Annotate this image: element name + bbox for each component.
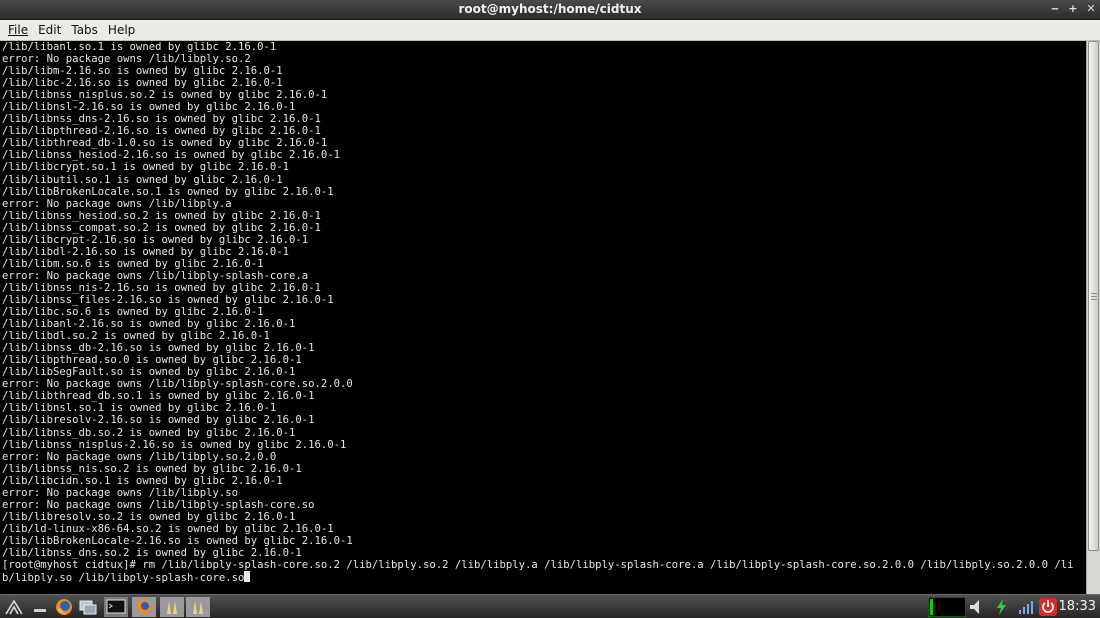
terminal-line: /lib/libnss_dns.so.2 is owned by glibc 2…	[2, 546, 302, 559]
terminal-line: /lib/libnsl.so.1 is owned by glibc 2.16.…	[2, 402, 277, 415]
terminal-line: /lib/libc-2.16.so is owned by glibc 2.16…	[2, 77, 283, 90]
terminal-line: error: No package owns /lib/libply.a	[2, 197, 232, 210]
terminal-line: error: No package owns /lib/libply.so.2.…	[2, 450, 277, 463]
firefox-icon[interactable]	[54, 597, 74, 617]
terminal-line: /lib/libcrypt-2.16.so is owned by glibc …	[2, 233, 309, 246]
terminal-line: /lib/libnsl-2.16.so is owned by glibc 2.…	[2, 101, 296, 114]
terminal-line: /lib/libnss_hesiod-2.16.so is owned by g…	[2, 149, 341, 162]
menu-tabs-label: Tabs	[71, 22, 98, 37]
scrollbar-thumb[interactable]	[1088, 41, 1099, 551]
terminal-line: /lib/libm-2.16.so is owned by glibc 2.16…	[2, 65, 283, 78]
terminal-line: /lib/libresolv.so.2 is owned by glibc 2.…	[2, 510, 296, 523]
maximize-icon[interactable]: +	[1068, 3, 1078, 15]
menu-file[interactable]: File	[3, 20, 33, 41]
menu-bar: File Edit Tabs Help	[0, 20, 1100, 41]
terminal-line: /lib/libanl-2.16.so is owned by glibc 2.…	[2, 318, 296, 331]
window-titlebar[interactable]: root@myhost:/home/cidtux ‒ + ✕	[0, 0, 1100, 20]
terminal-line: error: No package owns /lib/libply-splas…	[2, 498, 315, 511]
terminal-line: /lib/libnss_nis-2.16.so is owned by glib…	[2, 281, 321, 294]
scroll-grip-line	[1091, 296, 1097, 297]
terminal-line: /lib/libnss_compat.so.2 is owned by glib…	[2, 221, 321, 234]
menu-file-label: File	[8, 22, 29, 37]
terminal-line: /lib/libc.so.6 is owned by glibc 2.16.0-…	[2, 306, 264, 319]
terminal-line: /lib/libnss_db-2.16.so is owned by glibc…	[2, 342, 315, 355]
terminal-line: /lib/libnss_nisplus-2.16.so is owned by …	[2, 438, 347, 451]
terminal-line: error: No package owns /lib/libply-splas…	[2, 269, 309, 282]
terminal-line: /lib/libBrokenLocale-2.16.so is owned by…	[2, 534, 353, 547]
terminal-line: /lib/libnss_files-2.16.so is owned by gl…	[2, 293, 334, 306]
terminal-line: /lib/libnss_dns-2.16.so is owned by glib…	[2, 113, 321, 126]
scroll-grip-line	[1091, 299, 1097, 300]
network-signal-icon[interactable]	[1016, 597, 1036, 617]
menu-help[interactable]: Help	[103, 20, 140, 41]
terminal-task-icon[interactable]	[104, 597, 128, 617]
terminal-line: /lib/libnss_nisplus.so.2 is owned by gli…	[2, 89, 328, 102]
terminal-line: /lib/libm.so.6 is owned by glibc 2.16.0-…	[2, 257, 264, 270]
terminal-line: /lib/libutil.so.1 is owned by glibc 2.16…	[2, 173, 283, 186]
menu-help-label: Help	[107, 22, 136, 37]
minimize-icon[interactable]: ‒	[1050, 3, 1060, 15]
taskbar: 18:33	[0, 594, 1100, 618]
terminal-line: error: No package owns /lib/libply-splas…	[2, 378, 353, 391]
terminal-line: /lib/libpthread.so.0 is owned by glibc 2…	[2, 354, 302, 367]
terminal-line: /lib/libanl.so.1 is owned by glibc 2.16.…	[2, 41, 277, 53]
terminal-line: /lib/libnss_db.so.2 is owned by glibc 2.…	[2, 426, 296, 439]
shutdown-icon[interactable]	[1038, 597, 1058, 617]
terminal-line: /lib/libthread_db.so.1 is owned by glibc…	[2, 390, 315, 403]
terminal-prompt-text: b/libply.so /lib/libply-splash-core.so	[2, 572, 245, 585]
terminal-prompt-line: b/libply.so /lib/libply-splash-core.so	[0, 571, 1086, 585]
terminal-line: error: No package owns /lib/libply.so.2	[2, 53, 251, 66]
clock[interactable]: 18:33	[1059, 599, 1096, 614]
terminal-line: /lib/libcrypt.so.1 is owned by glibc 2.1…	[2, 161, 290, 174]
close-icon[interactable]: ✕	[1086, 3, 1096, 15]
power-plug-icon[interactable]	[992, 597, 1012, 617]
terminal-line: /lib/libSegFault.so is owned by glibc 2.…	[2, 366, 296, 379]
window-title: root@myhost:/home/cidtux	[458, 2, 642, 16]
terminal-scrollbar[interactable]	[1086, 41, 1100, 594]
menu-tabs[interactable]: Tabs	[66, 20, 103, 41]
terminal-line: /lib/libdl.so.2 is owned by glibc 2.16.0…	[2, 330, 270, 343]
app-task-icon-2[interactable]	[186, 597, 210, 617]
firefox-task-icon[interactable]	[132, 597, 156, 617]
terminal-line: /lib/libcidn.so.1 is owned by glibc 2.16…	[2, 474, 283, 487]
file-manager-icon[interactable]	[78, 597, 98, 617]
terminal-line: /lib/libnss_nis.so.2 is owned by glibc 2…	[2, 462, 302, 475]
menu-edit-label: Edit	[38, 22, 62, 37]
text-cursor	[244, 571, 251, 583]
minimize-all-icon[interactable]	[30, 597, 50, 617]
cpu-monitor-icon	[928, 597, 966, 617]
scroll-grip-line	[1091, 293, 1097, 294]
menu-edit[interactable]: Edit	[33, 20, 66, 41]
terminal-line: /lib/libBrokenLocale.so.1 is owned by gl…	[2, 185, 334, 198]
terminal-line: /lib/ld-linux-x86-64.so.2 is owned by gl…	[2, 522, 334, 535]
terminal-line: [root@myhost cidtux]# rm /lib/libply-spl…	[2, 559, 1074, 572]
terminal-line: error: No package owns /lib/libply.so	[2, 486, 238, 499]
terminal-output[interactable]: /lib/libanl.so.1 is owned by glibc 2.16.…	[0, 41, 1086, 594]
app-task-icon[interactable]	[160, 597, 184, 617]
start-menu-icon[interactable]	[4, 597, 24, 617]
volume-icon[interactable]	[968, 597, 988, 617]
terminal-line: /lib/libresolv-2.16.so is owned by glibc…	[2, 414, 315, 427]
terminal-line: /lib/libpthread-2.16.so is owned by glib…	[2, 125, 321, 138]
terminal-line: /lib/libdl-2.16.so is owned by glibc 2.1…	[2, 245, 290, 258]
terminal-line: /lib/libnss_hesiod.so.2 is owned by glib…	[2, 209, 321, 222]
terminal-line: /lib/libthread_db-1.0.so is owned by gli…	[2, 137, 328, 150]
